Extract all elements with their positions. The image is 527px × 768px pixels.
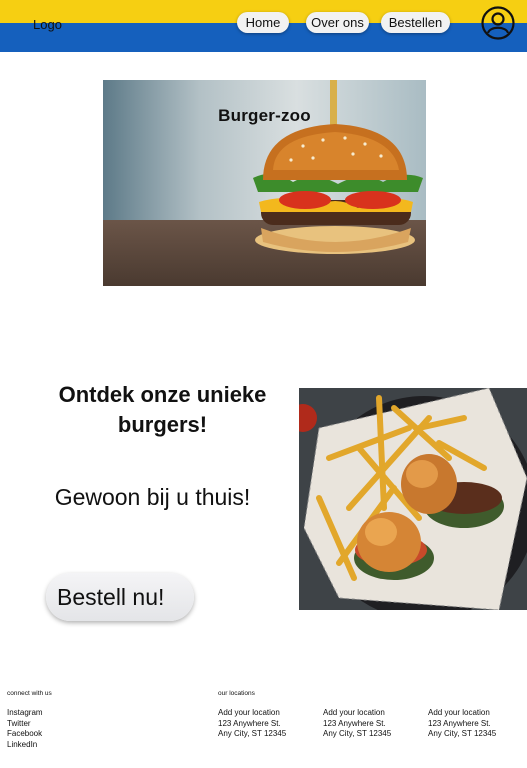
order-now-button[interactable]: Bestell nu! — [46, 573, 194, 621]
footer-social-links: Instagram Twitter Facebook LinkedIn — [7, 708, 43, 750]
instagram-link[interactable]: Instagram — [7, 708, 43, 719]
hero-title: Burger-zoo — [218, 106, 311, 125]
promo-subheading: Gewoon bij u thuis! — [54, 484, 251, 510]
user-account-icon[interactable] — [481, 6, 515, 40]
twitter-link[interactable]: Twitter — [7, 719, 43, 730]
burgers-fries-image — [299, 388, 527, 610]
promo-heading: Ontdek onze unieke burgers! — [58, 382, 267, 437]
location-city: Any City, ST 12345 — [323, 729, 392, 738]
location-street: 123 Anywhere St. — [218, 718, 281, 728]
footer-locations-heading: our locations — [218, 690, 255, 697]
location-street: 123 Anywhere St. — [323, 718, 386, 728]
nav-bestellen-button[interactable]: Bestellen — [381, 12, 450, 33]
location-card: Add your location 123 Anywhere St. Any C… — [428, 708, 496, 740]
location-name: Add your location — [323, 708, 385, 717]
location-street: 123 Anywhere St. — [428, 718, 491, 728]
facebook-link[interactable]: Facebook — [7, 729, 43, 740]
location-name: Add your location — [218, 708, 280, 717]
location-card: Add your location 123 Anywhere St. Any C… — [218, 708, 286, 740]
linkedin-link[interactable]: LinkedIn — [7, 740, 43, 751]
location-city: Any City, ST 12345 — [218, 729, 287, 738]
location-city: Any City, ST 12345 — [428, 729, 497, 738]
logo[interactable]: Logo — [33, 17, 62, 32]
footer-social-heading: connect with us — [7, 690, 52, 697]
nav-home-button[interactable]: Home — [237, 12, 289, 33]
hero-banner: Burger-zoo — [103, 80, 426, 286]
location-card: Add your location 123 Anywhere St. Any C… — [323, 708, 391, 740]
location-name: Add your location — [428, 708, 490, 717]
nav-over-ons-button[interactable]: Over ons — [306, 12, 369, 33]
